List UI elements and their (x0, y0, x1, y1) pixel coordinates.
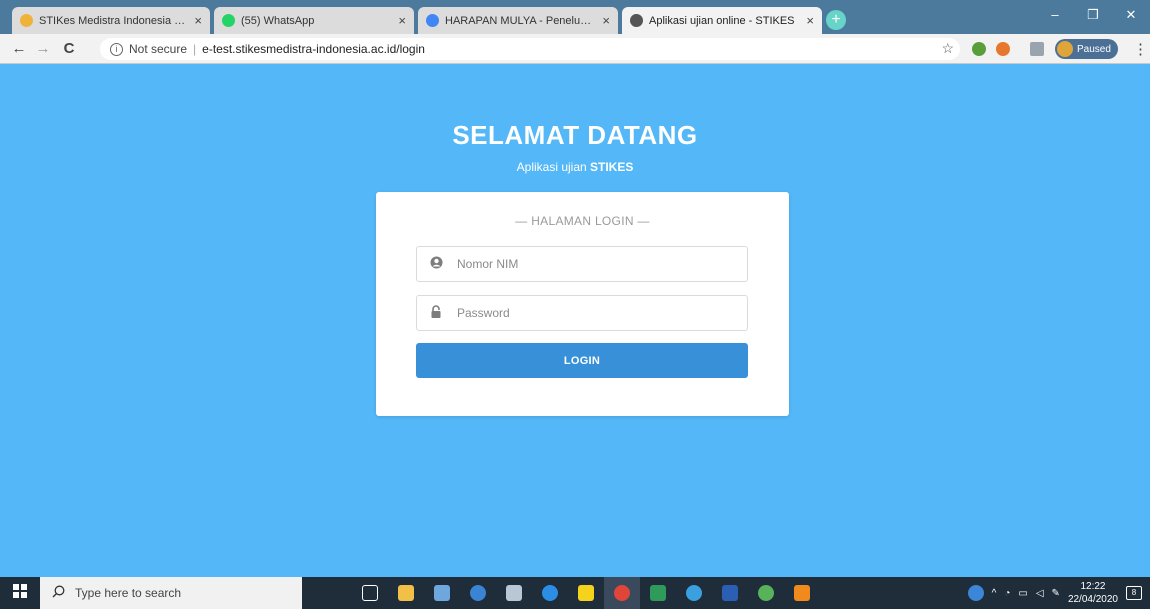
notification-count: 8 (1131, 588, 1137, 597)
forward-button[interactable]: → (34, 40, 52, 58)
tab-aplikasi-ujian[interactable]: Aplikasi ujian online - STIKES × (622, 7, 822, 34)
extension-icon[interactable] (996, 42, 1010, 56)
globe-app-icon[interactable] (676, 577, 712, 609)
windows-start-icon[interactable] (0, 577, 40, 609)
whatsapp-icon (222, 14, 235, 27)
profile-status: Paused (1077, 43, 1111, 55)
vlc-app-icon[interactable] (784, 577, 820, 609)
sticky-notes-icon[interactable] (568, 577, 604, 609)
new-tab-button[interactable]: + (826, 10, 846, 30)
notification-center-icon[interactable]: 8 (1126, 586, 1142, 600)
nim-input[interactable] (457, 257, 717, 271)
minimize-button[interactable]: – (1036, 0, 1074, 30)
site-favicon-icon (630, 14, 643, 27)
security-label: Not secure (129, 42, 188, 56)
tab-title: STIKes Medistra Indonesia - SIM (39, 14, 189, 27)
network-app-icon[interactable] (424, 577, 460, 609)
tab-close-icon[interactable]: × (806, 13, 814, 28)
browser-menu-icon[interactable]: ⋮ (1133, 40, 1148, 58)
extension-icon[interactable] (972, 42, 986, 56)
help-icon[interactable] (967, 585, 984, 601)
tab-stikes-sim[interactable]: STIKes Medistra Indonesia - SIM × (12, 7, 210, 34)
clock-date: 22/04/2020 (1067, 594, 1118, 605)
lock-icon (429, 304, 443, 322)
tab-title: Aplikasi ujian online - STIKES (649, 14, 795, 27)
restore-button[interactable]: ❐ (1074, 0, 1112, 30)
search-placeholder: Type here to search (75, 586, 182, 600)
bookmark-star-icon[interactable]: ☆ (941, 40, 954, 57)
tab-close-icon[interactable]: × (194, 13, 202, 28)
edge-browser-icon[interactable] (532, 577, 568, 609)
profile-button[interactable]: Paused (1055, 39, 1118, 59)
browser-tab-bar: STIKes Medistra Indonesia - SIM × (55) W… (0, 0, 1150, 34)
volume-icon[interactable]: ◁ (1036, 588, 1044, 599)
chevron-up-icon[interactable]: ^ (992, 588, 997, 599)
excel-app-icon[interactable] (640, 577, 676, 609)
google-icon (426, 14, 439, 27)
url-input[interactable]: i Not secure | e-test.stikesmedistra-ind… (100, 38, 960, 60)
info-icon[interactable]: i (110, 42, 123, 56)
page-subtitle: Aplikasi ujian STIKES (0, 160, 1150, 174)
search-icon (52, 585, 65, 601)
login-card: — HALAMAN LOGIN — LOGIN (376, 192, 789, 416)
tab-title: (55) WhatsApp (241, 14, 315, 27)
nim-field[interactable] (416, 246, 748, 282)
back-button[interactable]: ← (10, 40, 28, 58)
tab-title: HARAPAN MULYA - Penelusuran (445, 14, 597, 27)
taskbar: Type here to search ^ ◔ ▭ ◁ ✎ 12:22 22/0… (0, 577, 1150, 609)
tab-whatsapp[interactable]: (55) WhatsApp × (214, 7, 414, 34)
pen-icon[interactable]: ✎ (1052, 588, 1060, 599)
taskbar-search[interactable]: Type here to search (40, 577, 302, 609)
password-field[interactable] (416, 295, 748, 331)
taskbar-clock[interactable]: 12:22 22/04/2020 (1068, 580, 1118, 606)
address-bar: ← → C i Not secure | e-test.stikesmedist… (0, 34, 1150, 64)
word-app-icon[interactable] (712, 577, 748, 609)
url-text: e-test.stikesmedistra-indonesia.ac.id/lo… (202, 42, 425, 56)
vpn-app-icon[interactable] (460, 577, 496, 609)
page-title: SELAMAT DATANG (452, 120, 698, 150)
avatar (1057, 41, 1073, 57)
reading-list-icon[interactable] (1030, 42, 1044, 56)
login-heading: — HALAMAN LOGIN — (515, 214, 650, 228)
tab-close-icon[interactable]: × (602, 13, 610, 28)
login-button[interactable]: LOGIN (416, 343, 748, 378)
clock-time: 12:22 (1080, 581, 1106, 592)
reload-button[interactable]: C (60, 40, 78, 58)
chrome-browser-icon[interactable] (604, 577, 640, 609)
site-favicon-icon (20, 14, 33, 27)
wifi-icon[interactable]: ◔ (1004, 588, 1010, 599)
subtitle-text: Aplikasi ujian (516, 160, 591, 174)
battery-icon[interactable]: ▭ (1018, 588, 1027, 599)
system-tray: ^ ◔ ▭ ◁ ✎ 12:22 22/04/2020 8 (967, 580, 1150, 606)
url-separator: | (193, 42, 197, 56)
paint-app-icon[interactable] (496, 577, 532, 609)
tab-harapan-mulya[interactable]: HARAPAN MULYA - Penelusuran × (418, 7, 618, 34)
window-controls: – ❐ ✕ (1036, 0, 1150, 30)
password-input[interactable] (457, 306, 717, 320)
close-window-button[interactable]: ✕ (1112, 0, 1150, 30)
user-icon (429, 256, 443, 272)
subtitle-brand: STIKES (590, 160, 634, 174)
task-view-icon[interactable] (352, 577, 388, 609)
file-explorer-icon[interactable] (388, 577, 424, 609)
tab-close-icon[interactable]: × (398, 13, 406, 28)
remote-app-icon[interactable] (748, 577, 784, 609)
